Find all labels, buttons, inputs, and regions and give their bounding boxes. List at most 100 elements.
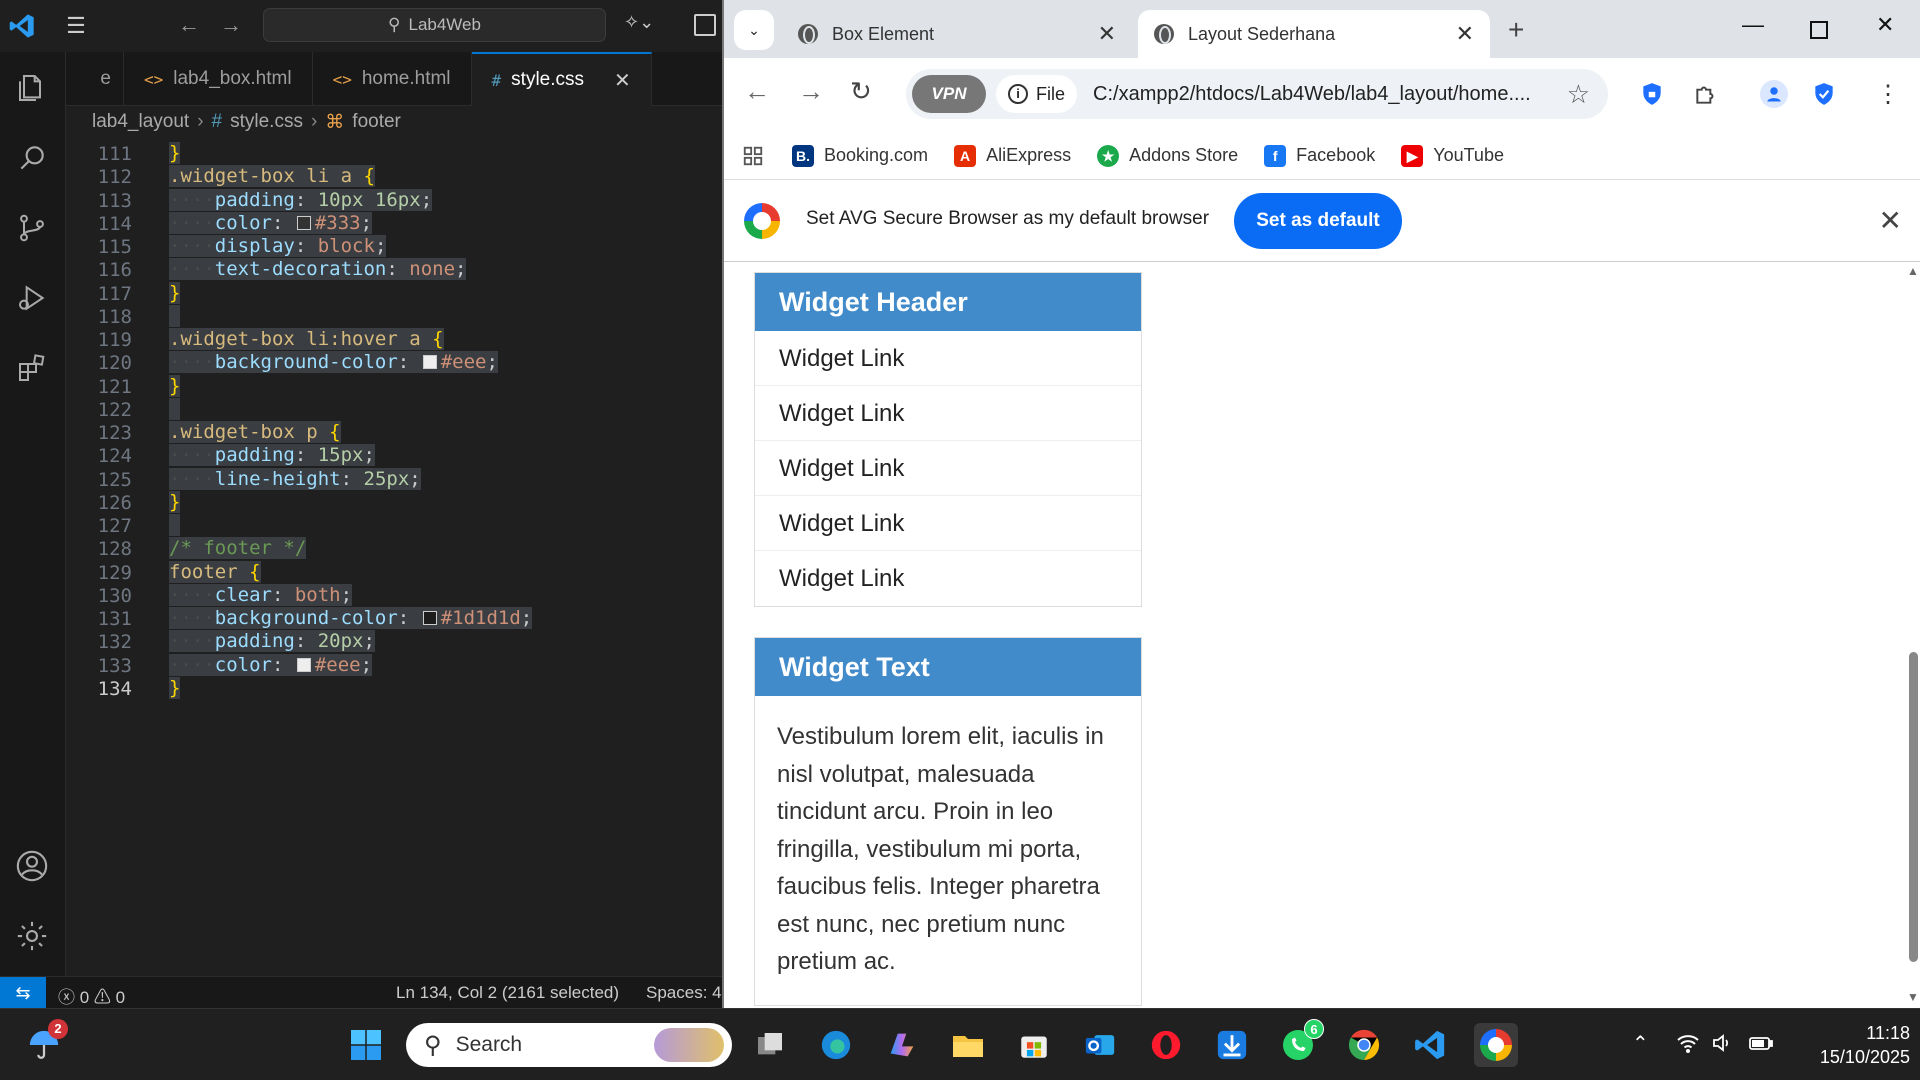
- more-menu-icon[interactable]: ⋮: [1874, 80, 1902, 108]
- tab-style-css[interactable]: # style.css ✕: [471, 52, 652, 106]
- selection-highlight: ····line-height: 25px;: [169, 467, 421, 490]
- bookmark-addons-store[interactable]: ★ Addons Store: [1097, 144, 1238, 167]
- url-text[interactable]: C:/xampp2/htdocs/Lab4Web/lab4_layout/hom…: [1093, 83, 1563, 106]
- widget-link[interactable]: Widget Link: [755, 441, 1141, 496]
- breadcrumb-file[interactable]: style.css: [230, 111, 303, 133]
- microsoft-store-icon[interactable]: [1012, 1023, 1056, 1067]
- system-clock[interactable]: 11:18 15/10/2025: [1794, 1021, 1910, 1069]
- apps-grid-icon[interactable]: [742, 145, 764, 167]
- wifi-icon[interactable]: [1676, 1031, 1700, 1061]
- edge-browser-icon[interactable]: [814, 1023, 858, 1067]
- weather-umbrella-icon[interactable]: 2: [22, 1019, 68, 1067]
- browser-tab-box-element[interactable]: Box Element ✕: [782, 10, 1132, 58]
- account-icon[interactable]: [14, 848, 50, 884]
- bookmark-aliexpress[interactable]: A AliExpress: [954, 144, 1071, 167]
- bookmark-star-icon[interactable]: ☆: [1567, 79, 1590, 110]
- task-view-icon[interactable]: [748, 1023, 792, 1067]
- code-line[interactable]: ····text-decoration: none;: [169, 255, 467, 283]
- vscode-window: ☰ ←→ ⚲ Lab4Web ✧⌄ e <> lab4_box.html <> hom…: [0, 0, 722, 1008]
- cursor-position[interactable]: Ln 134, Col 2 (2161 selected): [396, 983, 619, 1003]
- scroll-down-icon[interactable]: ▼: [1907, 990, 1919, 1004]
- close-icon[interactable]: ✕: [614, 68, 631, 93]
- windows-start-icon[interactable]: [344, 1023, 388, 1067]
- breadcrumb-symbol[interactable]: footer: [352, 111, 401, 133]
- back-arrow-icon[interactable]: ←: [744, 76, 770, 107]
- line-number: 125: [97, 468, 132, 491]
- vscode-logo-icon: [9, 14, 34, 38]
- vpn-badge[interactable]: VPN: [912, 75, 986, 113]
- scroll-up-icon[interactable]: ▲: [1907, 264, 1919, 278]
- selection-highlight: }: [169, 490, 181, 513]
- minimize-icon[interactable]: —: [1742, 12, 1764, 38]
- outlook-icon[interactable]: [1078, 1023, 1122, 1067]
- settings-gear-icon[interactable]: [14, 918, 50, 954]
- tray-overflow-chevron-icon[interactable]: ⌃: [1632, 1031, 1649, 1056]
- copilot-icon[interactable]: ✧⌄: [624, 12, 666, 38]
- menu-icon[interactable]: ☰: [62, 14, 90, 38]
- privacy-shield-icon[interactable]: [1638, 80, 1666, 108]
- avg-shield-check-icon[interactable]: [1810, 80, 1838, 108]
- nav-arrows[interactable]: ←→: [178, 12, 262, 38]
- close-icon[interactable]: ✕: [1098, 21, 1116, 47]
- breadcrumb-folder[interactable]: lab4_layout: [92, 111, 189, 133]
- taskbar-search-input[interactable]: ⚲ Search: [406, 1023, 732, 1067]
- tab-search-chevron-icon[interactable]: ⌄: [734, 10, 774, 50]
- scrollbar-thumb[interactable]: [1909, 652, 1918, 962]
- address-bar[interactable]: VPN i File C:/xampp2/htdocs/Lab4Web/lab4_…: [906, 69, 1608, 119]
- avg-browser-taskbar-icon[interactable]: [1474, 1023, 1518, 1067]
- extensions-icon[interactable]: [14, 350, 50, 386]
- volume-icon[interactable]: [1710, 1031, 1734, 1061]
- reload-icon[interactable]: ↻: [850, 76, 872, 107]
- chrome-icon[interactable]: [1342, 1023, 1386, 1067]
- battery-icon[interactable]: [1748, 1031, 1774, 1061]
- site-info-badge[interactable]: i File: [996, 75, 1078, 113]
- run-debug-icon[interactable]: [14, 280, 50, 316]
- search-view-icon[interactable]: [14, 140, 50, 176]
- close-icon[interactable]: ✕: [1879, 204, 1902, 237]
- code-token: :: [397, 351, 421, 374]
- page-scrollbar[interactable]: ▲ ▼: [1904, 262, 1920, 1008]
- code-line[interactable]: ····line-height: 25px;: [169, 465, 421, 493]
- extensions-puzzle-icon[interactable]: [1692, 80, 1720, 108]
- explorer-icon[interactable]: [14, 70, 50, 106]
- download-manager-icon[interactable]: [1210, 1023, 1254, 1067]
- browser-tab-layout-sederhana[interactable]: Layout Sederhana ✕: [1138, 10, 1490, 58]
- remote-icon[interactable]: ⇆: [0, 977, 46, 1008]
- indentation-status[interactable]: Spaces: 4: [646, 983, 722, 1003]
- code-token: :: [271, 583, 295, 606]
- layout-toggle-icon[interactable]: [694, 14, 716, 36]
- widget-link[interactable]: Widget Link: [755, 386, 1141, 441]
- search-highlight-icon: [654, 1028, 724, 1062]
- command-search-input[interactable]: ⚲ Lab4Web: [263, 8, 606, 42]
- profile-avatar-icon[interactable]: [1760, 80, 1788, 108]
- bookmark-facebook[interactable]: f Facebook: [1264, 144, 1375, 167]
- code-line[interactable]: }: [169, 674, 181, 702]
- bookmark-booking[interactable]: B. Booking.com: [792, 144, 928, 167]
- widget-link[interactable]: Widget Link: [755, 331, 1141, 386]
- vscode-taskbar-icon[interactable]: [1408, 1023, 1452, 1067]
- bookmark-youtube[interactable]: ▶ YouTube: [1401, 144, 1504, 167]
- whatsapp-icon[interactable]: 6: [1276, 1019, 1324, 1067]
- code-line[interactable]: ····background-color: #eee;: [169, 348, 498, 376]
- window-close-icon[interactable]: ✕: [1876, 12, 1894, 38]
- close-icon[interactable]: ✕: [1456, 21, 1474, 47]
- widget-link[interactable]: Widget Link: [755, 496, 1141, 551]
- problems-indicator[interactable]: ⓧ 0 ⚠ 0: [58, 983, 125, 1008]
- file-explorer-icon[interactable]: [946, 1023, 990, 1067]
- forward-arrow-icon[interactable]: →: [798, 76, 824, 107]
- set-as-default-button[interactable]: Set as default: [1234, 193, 1402, 249]
- source-control-icon[interactable]: [14, 210, 50, 246]
- tab-lab4-box[interactable]: <> lab4_box.html: [124, 52, 313, 106]
- code-token: ;: [363, 444, 375, 467]
- widget-link[interactable]: Widget Link: [755, 551, 1141, 606]
- tab-home[interactable]: <> home.html: [313, 52, 472, 106]
- maximize-icon[interactable]: [1810, 21, 1828, 39]
- new-tab-plus-icon[interactable]: +: [1508, 14, 1524, 46]
- opera-icon[interactable]: [1144, 1023, 1188, 1067]
- aliexpress-icon: A: [954, 144, 977, 167]
- copilot-app-icon[interactable]: [880, 1023, 924, 1067]
- line-number: 128: [97, 538, 132, 561]
- code-editor[interactable]: 111} 112 .widget-box li a {113 ····padding:…: [66, 138, 722, 976]
- code-line[interactable]: ····color: #eee;: [169, 651, 373, 679]
- tab-overflow[interactable]: e: [66, 52, 124, 106]
